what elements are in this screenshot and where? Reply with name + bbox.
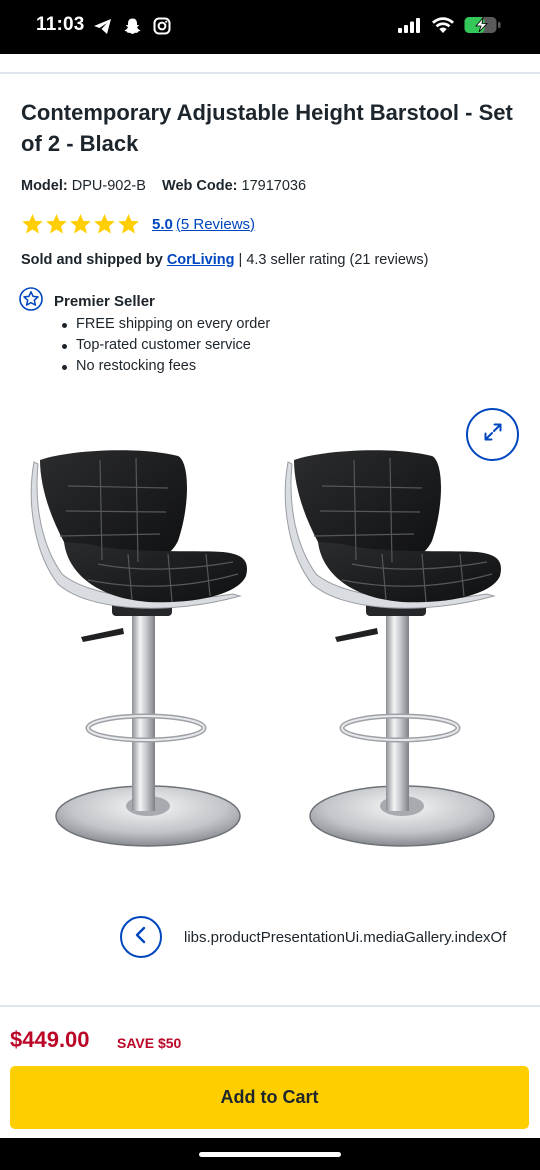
product-title: Contemporary Adjustable Height Barstool … <box>21 100 513 156</box>
seller-perks-list: FREE shipping on every order Top-rated c… <box>62 314 270 377</box>
star-icon <box>45 213 68 235</box>
save-badge: SAVE $50 <box>117 1035 182 1051</box>
model-info: Model: DPU-902-B Web Code: 17917036 <box>21 178 306 194</box>
status-right-icons <box>398 16 502 39</box>
webcode-value: 17917036 <box>241 178 307 194</box>
home-indicator[interactable] <box>199 1152 341 1157</box>
gallery-prev-button[interactable] <box>120 916 162 958</box>
model-value: DPU-902-B <box>71 178 146 194</box>
seller-prefix: Sold and shipped by <box>21 252 163 268</box>
instagram-icon <box>152 16 172 36</box>
star-icon <box>117 213 140 235</box>
battery-charging-icon <box>464 16 502 39</box>
webcode-label: Web Code: <box>162 178 238 194</box>
star-icon <box>93 213 116 235</box>
model-label: Model: <box>21 178 68 194</box>
wifi-icon <box>432 16 454 39</box>
reviews-link[interactable]: (5 Reviews) <box>176 216 255 233</box>
price: $449.00 <box>10 1027 90 1052</box>
status-time: 11:03 <box>36 14 85 35</box>
rating-value[interactable]: 5.0 <box>152 216 173 233</box>
product-image[interactable] <box>28 446 518 854</box>
barstool-right <box>285 450 501 846</box>
status-left-icons <box>92 16 172 36</box>
seller-link[interactable]: CorLiving <box>167 252 235 268</box>
list-item: Top-rated customer service <box>62 335 270 356</box>
list-item: FREE shipping on every order <box>62 314 270 335</box>
add-to-cart-button[interactable]: Add to Cart <box>10 1066 529 1129</box>
expand-icon <box>483 422 503 447</box>
gallery-nav: libs.productPresentationUi.mediaGallery.… <box>120 916 506 958</box>
seller-rating: | 4.3 seller rating (21 reviews) <box>234 252 429 268</box>
premier-seller-icon <box>19 287 43 316</box>
premier-seller-label: Premier Seller <box>54 293 155 310</box>
chevron-left-icon <box>134 926 148 949</box>
rating-stars <box>21 213 140 235</box>
rating-row[interactable]: 5.0 (5 Reviews) <box>21 212 255 236</box>
telegram-icon <box>92 16 112 36</box>
gallery-index-text: libs.productPresentationUi.mediaGallery.… <box>184 928 507 946</box>
barstool-left <box>31 450 247 846</box>
status-bar: 11:03 <box>0 0 540 54</box>
home-bar <box>0 1138 540 1170</box>
header-divider <box>0 72 540 74</box>
cellular-signal-icon <box>398 17 422 38</box>
star-icon <box>69 213 92 235</box>
snapchat-icon <box>122 16 142 36</box>
star-icon <box>21 213 44 235</box>
seller-info: Sold and shipped by CorLiving | 4.3 sell… <box>21 252 428 268</box>
premier-seller-badge: Premier Seller <box>19 287 155 316</box>
list-item: No restocking fees <box>62 356 270 377</box>
purchase-bar: $449.00 SAVE $50 Add to Cart <box>0 1005 540 1140</box>
